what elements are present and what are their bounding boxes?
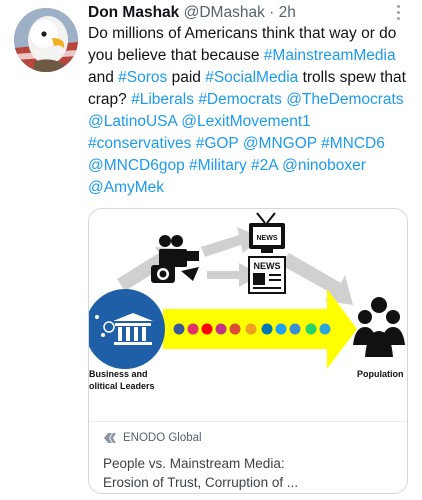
card-domain-row: ENODO Global (103, 432, 395, 444)
tweet-link[interactable]: @TheDemocrats (286, 91, 403, 108)
separator-dot: · (269, 4, 275, 21)
newspaper-icon: NEWS (248, 256, 286, 294)
tweet-link[interactable]: #SocialMedia (205, 69, 298, 86)
tweet-text-segment: and (88, 69, 119, 86)
tweet-link[interactable]: #2A (251, 157, 278, 174)
tweet-link[interactable]: #Liberals (131, 91, 194, 108)
tweet-link[interactable]: @MNGOP (243, 135, 317, 152)
tv-label: NEWS (257, 235, 278, 242)
tweet-link[interactable]: @AmyMek (88, 179, 164, 196)
tweet-time[interactable]: 2h (279, 4, 296, 21)
tweet-link[interactable]: #Military (189, 157, 247, 174)
tweet-link[interactable]: #MainstreamMedia (264, 47, 396, 64)
left-label-line1: Business and (89, 369, 148, 379)
tweet-text: Do millions of Americans think that way … (88, 23, 414, 199)
left-label-line2: olitical Leaders (89, 381, 155, 391)
media-illustration: NEWS NEWS Business and olitical Leaders … (89, 209, 407, 421)
tweet-content: Don Mashak @DMashak · 2h Do millions of … (88, 2, 414, 199)
tweet-link[interactable]: @LexitMovement1 (181, 113, 310, 130)
card-title-line1: People vs. Mainstream Media: (103, 456, 285, 471)
tweet-text-segment: paid (167, 69, 206, 86)
newspaper-label: NEWS (254, 261, 281, 271)
card-title-line2: Erosion of Trust, Corruption of ... (103, 475, 299, 490)
enodo-logo-icon (104, 433, 116, 443)
tweet-link[interactable]: #conservatives (88, 135, 191, 152)
tweet-link[interactable]: #GOP (196, 135, 239, 152)
card-image[interactable]: NEWS NEWS Business and olitical Leaders … (89, 209, 407, 421)
tweet-link[interactable]: #Soros (118, 69, 167, 86)
tweet-link[interactable]: @MNCD6gop (88, 157, 185, 174)
card-title[interactable]: People vs. Mainstream Media: Erosion of … (103, 454, 395, 492)
right-label: Population (357, 369, 404, 379)
card-footer[interactable]: ENODO Global People vs. Mainstream Media… (89, 421, 407, 493)
tweet-link[interactable]: @ninoboxer (282, 157, 366, 174)
tweet-link[interactable]: @LatinoUSA (88, 113, 177, 130)
tweet-link[interactable]: #Democrats (198, 91, 282, 108)
card-domain: ENODO Global (123, 432, 202, 444)
tweet-header: Don Mashak @DMashak · 2h (88, 2, 414, 23)
author-handle[interactable]: @DMashak (184, 4, 265, 21)
eagle-avatar (14, 8, 78, 72)
author-name[interactable]: Don Mashak (88, 4, 179, 21)
link-card[interactable]: NEWS NEWS Business and olitical Leaders … (88, 208, 408, 494)
tweet-link[interactable]: #MNCD6 (321, 135, 385, 152)
avatar[interactable] (14, 8, 78, 72)
